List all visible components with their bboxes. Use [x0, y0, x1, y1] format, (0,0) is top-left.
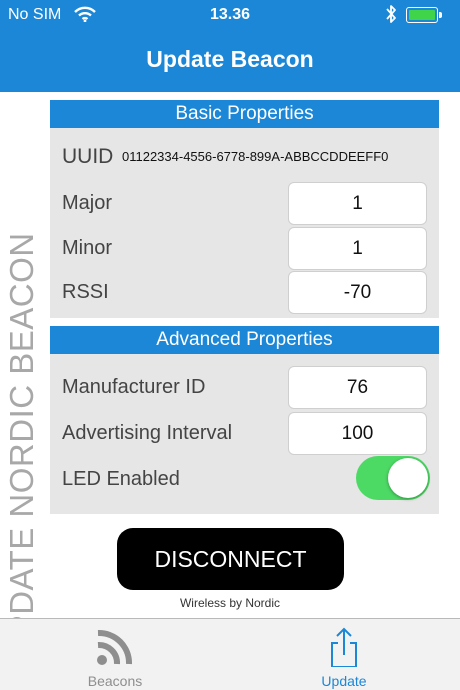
page-title: Update Beacon — [146, 46, 314, 72]
status-bar: No SIM 13.36 — [0, 0, 460, 30]
advanced-properties-header: Advanced Properties — [50, 326, 439, 354]
interval-row: Advertising Interval 100 — [50, 412, 439, 456]
uuid-row: UUID 01122334-4556-6778-899A-ABBCCDDEEFF… — [50, 100, 439, 168]
manufacturer-id-field[interactable]: 76 — [288, 366, 427, 409]
tab-update[interactable]: Update — [284, 619, 404, 690]
manufacturer-label: Manufacturer ID — [62, 376, 206, 398]
major-label: Major — [62, 192, 113, 214]
tab-beacons[interactable]: Beacons — [55, 619, 175, 690]
minor-label: Minor — [62, 237, 113, 259]
rssi-row: RSSI -70 — [50, 271, 439, 315]
uuid-value[interactable]: 01122334-4556-6778-899A-ABBCCDDEEFF0 — [122, 149, 388, 164]
major-field[interactable]: 1 — [288, 182, 427, 225]
battery-tip — [439, 12, 442, 18]
tab-beacons-label: Beacons — [87, 673, 143, 689]
manufacturer-row: Manufacturer ID 76 — [50, 366, 439, 410]
tab-update-label: Update — [321, 673, 367, 689]
disconnect-button[interactable]: DISCONNECT — [117, 528, 344, 590]
advertising-interval-field[interactable]: 100 — [288, 412, 427, 455]
header: No SIM 13.36 Update Beacon — [0, 0, 460, 92]
advertising-interval-label: Advertising Interval — [62, 422, 233, 444]
rssi-field[interactable]: -70 — [288, 271, 427, 314]
minor-row: Minor 1 — [50, 227, 439, 271]
basic-properties-panel: Basic Properties UUID 01122334-4556-6778… — [50, 100, 439, 318]
brand-label: Wireless by Nordic — [179, 596, 281, 610]
advanced-properties-panel: Advanced Properties Manufacturer ID 76 A… — [50, 326, 439, 514]
tab-bar: Beacons Update — [0, 618, 460, 690]
minor-field[interactable]: 1 — [288, 227, 427, 270]
uuid-label: UUID — [62, 145, 114, 168]
major-row: Major 1 — [50, 182, 439, 226]
side-label: UPDATE NORDIC BEACON — [2, 92, 42, 661]
share-icon — [331, 627, 357, 667]
rssi-label: RSSI — [62, 281, 109, 303]
toggle-knob — [388, 458, 428, 498]
rss-icon — [97, 630, 132, 665]
bluetooth-icon — [386, 5, 396, 23]
battery-icon — [406, 7, 438, 23]
led-enabled-toggle[interactable] — [356, 456, 430, 500]
led-enabled-label: LED Enabled — [62, 468, 180, 490]
